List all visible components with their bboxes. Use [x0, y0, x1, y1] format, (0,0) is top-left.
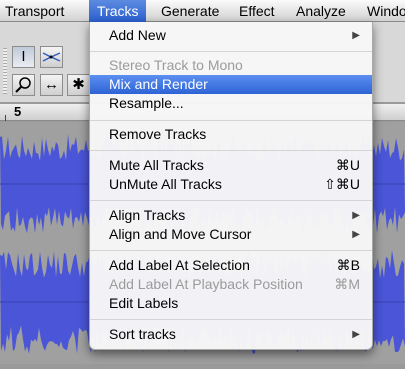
timeshift-tool-icon[interactable]: ↔	[40, 74, 63, 96]
menu-item-shortcut: ⌘B	[336, 257, 360, 273]
menu-item-label: Mix and Render	[109, 76, 208, 92]
menu-item-add-label-playback: Add Label At Playback Position ⌘M	[90, 275, 372, 294]
menu-item-edit-labels[interactable]: Edit Labels	[90, 294, 372, 313]
ruler-label: 5	[14, 104, 22, 119]
menu-item-label: Mute All Tracks	[109, 157, 204, 173]
menu-item-unmute-all[interactable]: UnMute All Tracks ⇧⌘U	[90, 175, 372, 194]
menu-item-label: UnMute All Tracks	[109, 176, 222, 192]
ruler-tick	[5, 115, 6, 121]
submenu-arrow-icon: ▶	[352, 210, 360, 221]
tracks-menu: Add New ▶ Stereo Track to Mono Mix and R…	[89, 22, 373, 350]
menu-item-align-move-cursor[interactable]: Align and Move Cursor ▶	[90, 225, 372, 244]
menu-generate[interactable]: Generate	[161, 0, 219, 22]
menu-item-shortcut: ⌘U	[335, 157, 360, 173]
menu-item-label: Add New	[109, 27, 166, 43]
zoom-tool-icon[interactable]	[12, 74, 35, 96]
menu-item-shortcut: ⇧⌘U	[324, 176, 360, 192]
menu-tracks[interactable]: Tracks	[89, 0, 147, 22]
menu-item-remove-tracks[interactable]: Remove Tracks	[90, 125, 372, 144]
menu-window[interactable]: Windo	[367, 0, 405, 22]
menu-transport[interactable]: Transport	[5, 0, 64, 22]
menu-separator	[90, 200, 372, 201]
menu-item-align-tracks[interactable]: Align Tracks ▶	[90, 206, 372, 225]
menu-analyze[interactable]: Analyze	[296, 0, 346, 22]
menu-item-label: Remove Tracks	[109, 126, 207, 142]
menu-separator	[90, 319, 372, 320]
menu-effect[interactable]: Effect	[239, 0, 275, 22]
menu-item-label: Align Tracks	[109, 207, 186, 223]
menu-item-resample[interactable]: Resample...	[90, 94, 372, 113]
menu-separator	[90, 250, 372, 251]
menu-separator	[90, 150, 372, 151]
selection-tool-icon[interactable]: I	[12, 46, 35, 68]
menu-item-add-new[interactable]: Add New ▶	[90, 26, 372, 45]
menubar: Transport Tracks Generate Effect Analyze…	[0, 0, 405, 22]
menu-item-add-label-selection[interactable]: Add Label At Selection ⌘B	[90, 256, 372, 275]
menu-item-sort-tracks[interactable]: Sort tracks ▶	[90, 325, 372, 344]
menu-item-label: Add Label At Playback Position	[109, 276, 303, 292]
menu-separator	[90, 51, 372, 52]
menu-item-mix-and-render[interactable]: Mix and Render	[90, 75, 372, 94]
submenu-arrow-icon: ▶	[352, 329, 360, 340]
toolbar-grip[interactable]	[3, 48, 7, 94]
menu-item-label: Edit Labels	[109, 295, 179, 311]
menu-item-label: Stereo Track to Mono	[109, 57, 243, 73]
envelope-tool-icon[interactable]	[40, 46, 63, 68]
menu-item-stereo-to-mono: Stereo Track to Mono	[90, 56, 372, 75]
menu-item-mute-all[interactable]: Mute All Tracks ⌘U	[90, 156, 372, 175]
menu-item-label: Resample...	[109, 95, 184, 111]
submenu-arrow-icon: ▶	[352, 229, 360, 240]
menu-item-shortcut: ⌘M	[334, 276, 360, 292]
menu-item-label: Align and Move Cursor	[109, 226, 252, 242]
multi-tool-icon[interactable]: ✱	[67, 74, 90, 96]
menu-item-label: Sort tracks	[109, 326, 176, 342]
submenu-arrow-icon: ▶	[352, 30, 360, 41]
menu-separator	[90, 120, 372, 121]
menu-item-label: Add Label At Selection	[109, 257, 250, 273]
